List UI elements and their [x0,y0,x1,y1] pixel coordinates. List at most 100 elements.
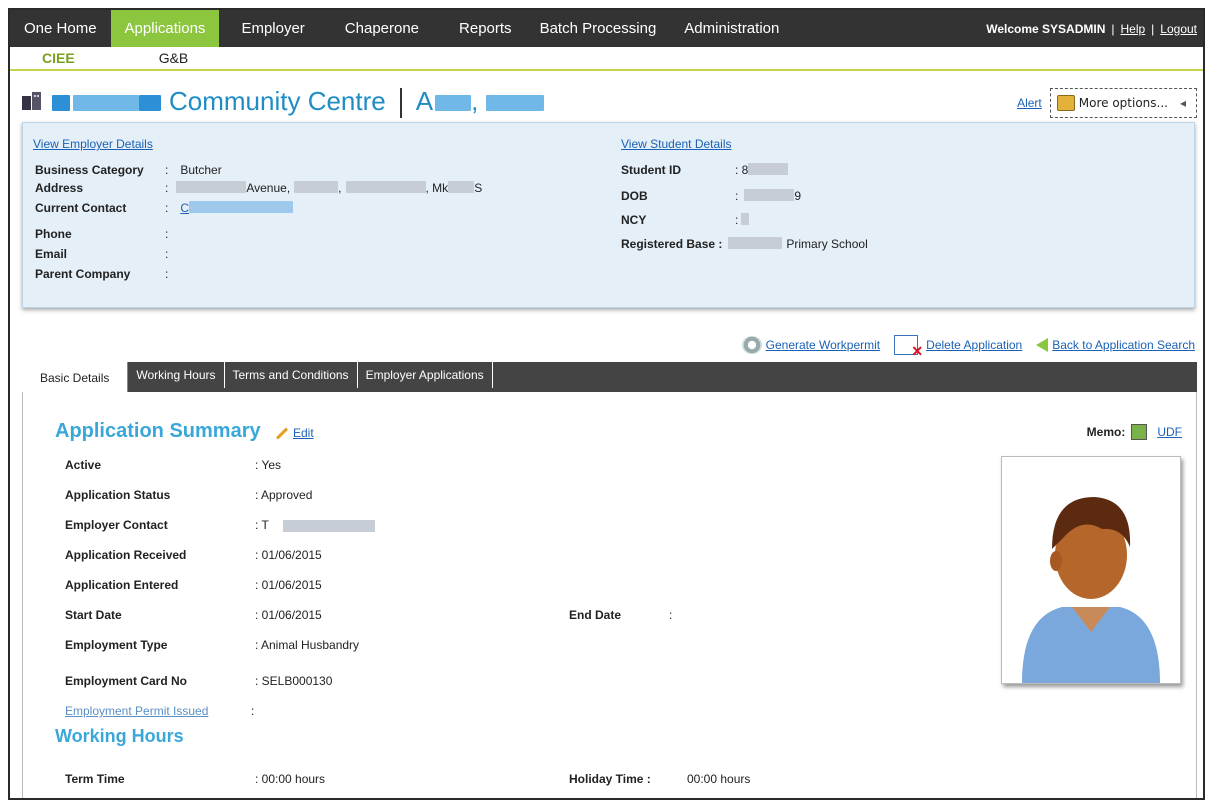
comma: , [338,181,342,195]
field-label: NCY [621,213,647,227]
header-actions: Alert More options... ◂ [1017,88,1197,118]
application-summary-heading: Application Summary [55,420,261,442]
field-label: Parent Company [35,267,131,281]
field-value: 00:00 hours [687,772,751,786]
current-contact-link[interactable]: C [180,201,189,215]
nav-administration[interactable]: Administration [670,10,793,47]
field-label: DOB [621,189,648,203]
alert-link[interactable]: Alert [1017,96,1042,110]
student-photo [1001,456,1181,684]
redacted-text [283,520,375,532]
field-value: : 01/06/2015 [255,608,322,622]
colon: : [165,181,169,195]
field-value: : T [255,518,269,532]
redacted-text [748,163,789,175]
email-row: Email: [35,247,176,261]
app-frame: One Home Applications Employer Chaperone… [8,8,1205,800]
tab-basic-details[interactable]: Basic Details [22,362,129,392]
redacted-text [741,213,750,225]
student-initial: A [415,86,434,116]
field-value: : SELB000130 [255,674,333,688]
edit-link[interactable]: Edit [293,426,314,440]
field-label: Email [35,247,68,261]
field-value: Avenue, [246,181,291,195]
view-student-details-link[interactable]: View Student Details [621,137,732,151]
memo-icon[interactable] [1131,424,1148,440]
title-divider [399,88,402,119]
redacted-text [176,181,247,193]
tab-working-hours[interactable]: Working Hours [128,362,225,388]
delete-application-button[interactable]: Delete Application [894,335,1022,360]
nav-one-home[interactable]: One Home [10,10,111,47]
field-label: Application Received [65,548,187,562]
field-label: Holiday Time : [569,772,651,786]
udf-link[interactable]: UDF [1157,425,1182,439]
delete-icon [894,335,923,360]
phone-row: Phone: [35,227,176,241]
delete-application-label[interactable]: Delete Application [926,338,1022,352]
colon: : [735,213,739,227]
tab-bar: Basic Details Working Hours Terms and Co… [22,362,1197,392]
field-value: : Approved [255,488,313,502]
view-employer-details-link[interactable]: View Employer Details [33,137,153,151]
field-value: : 01/06/2015 [255,548,322,562]
field-label: Application Entered [65,578,179,592]
nav-applications[interactable]: Applications [110,10,220,47]
redacted-text [73,95,139,112]
redacted-text [139,95,161,112]
basic-details-content: Application Summary Edit Memo: UDF Activ… [22,392,1197,798]
nav-reports[interactable]: Reports [433,10,526,47]
person-avatar-icon [1022,497,1160,683]
action-bar: Generate Workpermit Delete Application B… [728,335,1195,360]
redacted-text [486,95,545,112]
colon: : [165,163,169,177]
field-value: Butcher [180,163,222,177]
welcome-text: Welcome SYSADMIN [986,21,1106,36]
field-label: End Date [569,608,622,622]
subnav-ciee[interactable]: CIEE [10,50,75,66]
generate-workpermit-button[interactable]: Generate Workpermit [741,336,881,354]
tab-terms-and-conditions[interactable]: Terms and Conditions [225,362,358,388]
field-label: Address [35,181,84,195]
help-link[interactable]: Help [1120,22,1145,36]
colon: : [735,189,739,203]
back-to-search-button[interactable]: Back to Application Search [1036,338,1195,352]
field-label: Employment Card No [65,674,188,688]
tab-employer-applications[interactable]: Employer Applications [358,362,493,388]
field-value: , Mk [425,181,449,195]
field-label: Registered Base : [621,237,723,251]
memo-label: Memo: [1086,425,1126,439]
colon: : [165,267,169,281]
student-id-row: Student ID: 8 [621,163,789,177]
field-label: Start Date [65,608,122,622]
colon: : [165,247,169,261]
permit-issued-link[interactable]: Employment Permit Issued [65,704,208,718]
subnav-gb[interactable]: G&B [75,50,189,66]
logout-link[interactable]: Logout [1160,22,1197,36]
field-value: Primary School [786,237,868,251]
business-category-row: Business Category: Butcher [35,163,222,177]
field-value: : Yes [255,458,282,472]
nav-employer[interactable]: Employer [219,10,318,47]
field-label: Term Time [65,772,125,786]
field-label: Active [65,458,102,472]
top-navigation: One Home Applications Employer Chaperone… [10,10,1203,47]
parent-company-row: Parent Company: [35,267,176,281]
redacted-text [52,95,70,112]
field-value: : [669,608,673,622]
back-to-search-label[interactable]: Back to Application Search [1052,338,1195,352]
redacted-text [448,181,475,193]
field-value: 9 [794,189,802,203]
redacted-text [189,201,294,213]
redacted-text [435,95,472,112]
field-label: Current Contact [35,201,127,215]
colon: : [165,201,169,215]
field-value: : 01/06/2015 [255,578,322,592]
generate-workpermit-label[interactable]: Generate Workpermit [766,338,881,352]
nav-batch-processing[interactable]: Batch Processing [526,10,671,47]
redacted-text [345,181,426,193]
user-area: Welcome SYSADMIN | Help | Logout [986,10,1203,47]
dob-row: DOB: 9 [621,189,801,203]
nav-chaperone[interactable]: Chaperone [319,10,433,47]
more-options-button[interactable]: More options... ◂ [1049,88,1197,118]
